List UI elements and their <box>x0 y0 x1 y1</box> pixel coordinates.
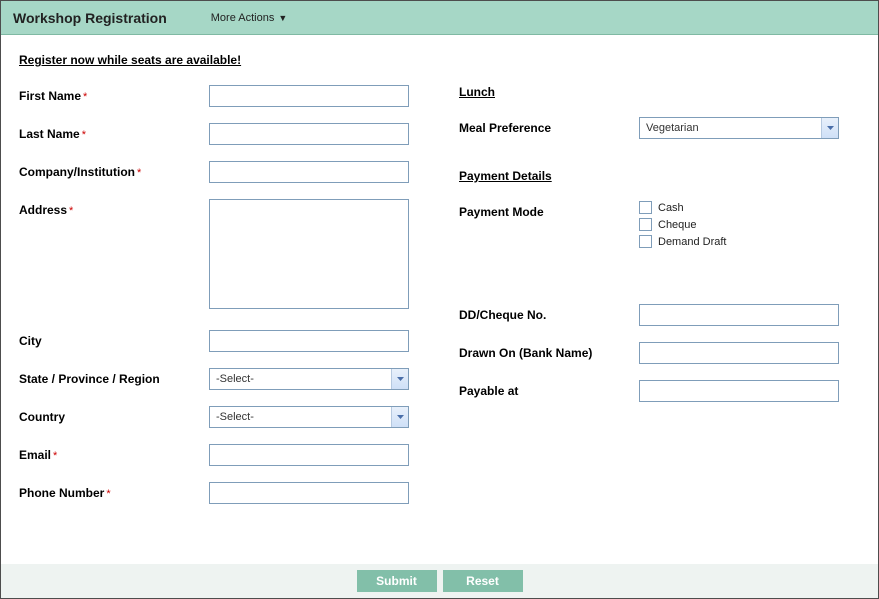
submit-button[interactable]: Submit <box>357 570 437 592</box>
dd-no-input[interactable] <box>639 304 839 326</box>
payment-mode-label: Payment Mode <box>459 201 639 219</box>
payment-heading: Payment Details <box>459 169 860 183</box>
first-name-label: First Name* <box>19 85 209 103</box>
first-name-input[interactable] <box>209 85 409 107</box>
phone-label: Phone Number* <box>19 482 209 500</box>
more-actions-dropdown[interactable]: More Actions ▼ <box>211 12 288 24</box>
payment-cheque-option[interactable]: Cheque <box>639 218 860 231</box>
state-label: State / Province / Region <box>19 368 209 386</box>
country-select-value: -Select- <box>216 411 254 423</box>
email-label: Email* <box>19 444 209 462</box>
address-label: Address* <box>19 199 209 217</box>
state-select-value: -Select- <box>216 373 254 385</box>
payment-dd-option[interactable]: Demand Draft <box>639 235 860 248</box>
right-column: Lunch Meal Preference Vegetarian <box>459 85 860 414</box>
payable-at-input[interactable] <box>639 380 839 402</box>
last-name-label: Last Name* <box>19 123 209 141</box>
last-name-input[interactable] <box>209 123 409 145</box>
form-content: Register now while seats are available! … <box>1 35 878 564</box>
meal-select-value: Vegetarian <box>646 122 699 134</box>
payment-cash-option[interactable]: Cash <box>639 201 860 214</box>
city-input[interactable] <box>209 330 409 352</box>
window-frame: Workshop Registration More Actions ▼ Reg… <box>0 0 879 599</box>
chevron-down-icon <box>391 369 408 389</box>
more-actions-label: More Actions <box>211 12 275 24</box>
lunch-heading: Lunch <box>459 85 860 99</box>
payment-dd-label: Demand Draft <box>658 236 726 248</box>
header-bar: Workshop Registration More Actions ▼ <box>1 1 878 35</box>
page-title: Workshop Registration <box>13 10 167 26</box>
country-label: Country <box>19 406 209 424</box>
address-textarea[interactable] <box>209 199 409 309</box>
checkbox-icon <box>639 218 652 231</box>
email-input[interactable] <box>209 444 409 466</box>
checkbox-icon <box>639 201 652 214</box>
country-select[interactable]: -Select- <box>209 406 409 428</box>
reset-button[interactable]: Reset <box>443 570 523 592</box>
drawn-on-label: Drawn On (Bank Name) <box>459 342 639 360</box>
dd-no-label: DD/Cheque No. <box>459 304 639 322</box>
phone-input[interactable] <box>209 482 409 504</box>
meal-label: Meal Preference <box>459 117 639 135</box>
city-label: City <box>19 330 209 348</box>
payment-cheque-label: Cheque <box>658 219 697 231</box>
company-input[interactable] <box>209 161 409 183</box>
footer-bar: Submit Reset <box>1 564 878 598</box>
meal-select[interactable]: Vegetarian <box>639 117 839 139</box>
left-column: First Name* Last Name* Company/Instituti… <box>19 85 459 508</box>
payment-cash-label: Cash <box>658 202 684 214</box>
state-select[interactable]: -Select- <box>209 368 409 390</box>
chevron-down-icon <box>821 118 838 138</box>
company-label: Company/Institution* <box>19 161 209 179</box>
register-heading: Register now while seats are available! <box>19 53 860 67</box>
chevron-down-icon: ▼ <box>278 13 287 23</box>
chevron-down-icon <box>391 407 408 427</box>
checkbox-icon <box>639 235 652 248</box>
drawn-on-input[interactable] <box>639 342 839 364</box>
payable-at-label: Payable at <box>459 380 639 398</box>
